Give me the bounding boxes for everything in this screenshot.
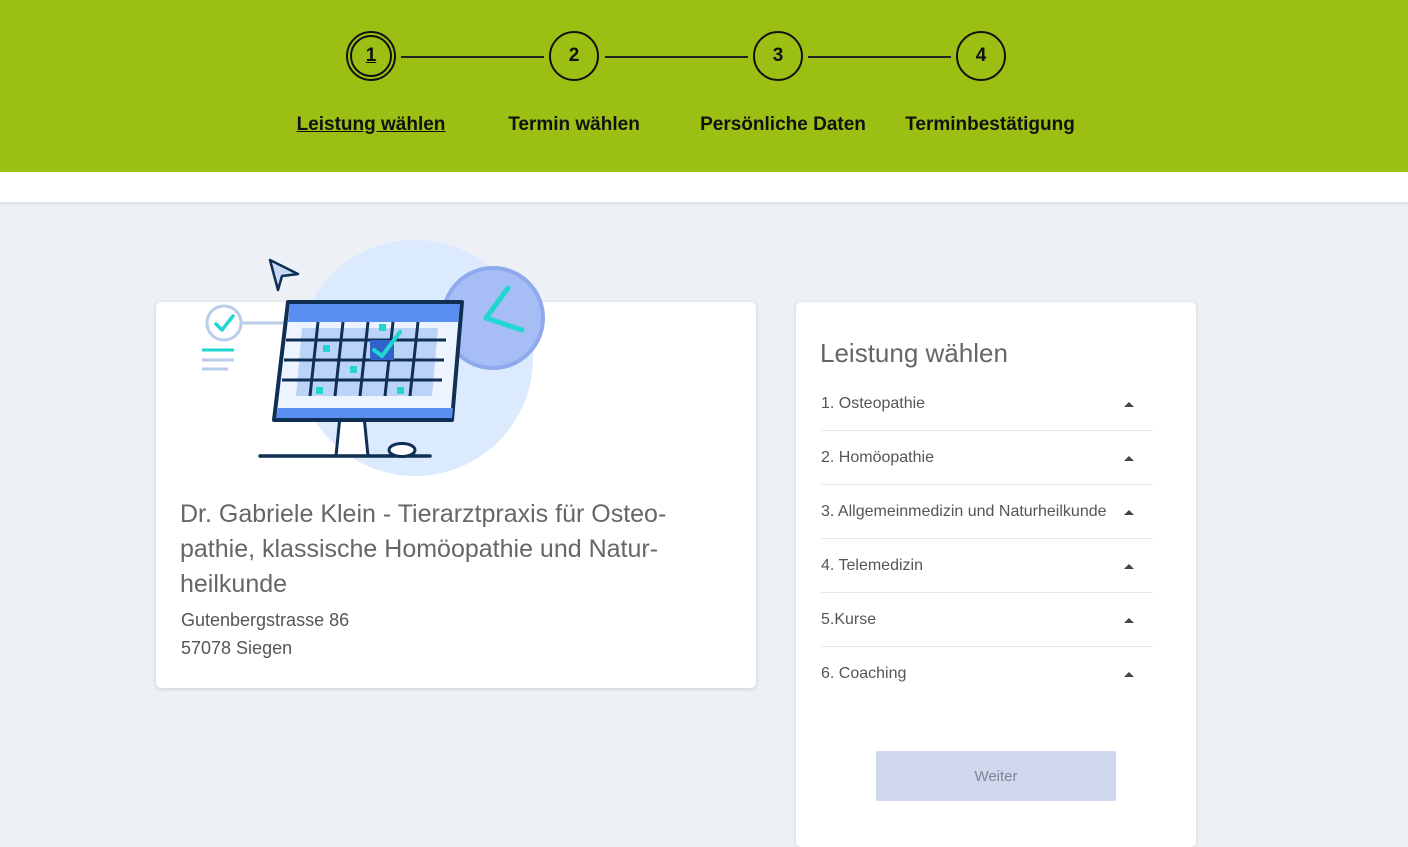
service-label: 3. Allgemeinmedizin und Naturheilkunde [821, 503, 1107, 520]
service-item-telemedizin[interactable]: 4. Telemedizin [821, 539, 1153, 593]
service-label: 4. Telemedizin [821, 557, 923, 574]
step-1-circle[interactable]: 1 [346, 31, 396, 81]
service-label: 2. Homöopathie [821, 449, 934, 466]
step-3-circle[interactable]: 3 [753, 31, 803, 81]
step-connector [401, 56, 544, 58]
service-item-coaching[interactable]: 6. Coaching [821, 647, 1153, 701]
practice-street: Gutenbergstrasse 86 [181, 610, 350, 630]
caret-up-icon [1124, 509, 1134, 515]
mouse-icon [387, 442, 417, 458]
calendar-illustration [202, 240, 545, 476]
practice-title: Dr. Gabriele Klein - Tierarztpraxis für … [180, 500, 667, 598]
step-2-label[interactable]: Termin wählen [508, 114, 640, 136]
check-circle-icon [205, 304, 243, 342]
caret-up-icon [1124, 563, 1134, 569]
service-label: 5.Kurse [821, 611, 877, 628]
service-item-homoeopathie[interactable]: 2. Homöopathie [821, 431, 1153, 485]
service-item-osteopathie[interactable]: 1. Osteopathie [821, 377, 1153, 431]
step-2-circle[interactable]: 2 [549, 31, 599, 81]
service-label: 6. Coaching [821, 665, 907, 682]
caret-up-icon [1124, 671, 1134, 677]
step-4-circle[interactable]: 4 [956, 31, 1006, 81]
sub-header-bar [0, 172, 1408, 202]
caret-up-icon [1124, 401, 1134, 407]
practice-city: 57078 Siegen [181, 638, 293, 658]
step-connector [808, 56, 951, 58]
caret-up-icon [1124, 455, 1134, 461]
service-label: 1. Osteopathie [821, 395, 926, 412]
next-button[interactable]: Weiter [876, 751, 1116, 801]
step-3-label[interactable]: Persönliche Daten [700, 114, 866, 136]
panel-title: Leistung wählen [820, 338, 1008, 368]
step-1-label[interactable]: Leistung wählen [297, 114, 446, 136]
step-connector [605, 56, 748, 58]
header-stepper-bar: 1 2 3 4 Leistung wählen Termin wählen Pe… [0, 0, 1408, 172]
caret-up-icon [1124, 617, 1134, 623]
service-item-allgemeinmedizin[interactable]: 3. Allgemeinmedizin und Naturheilkunde [821, 485, 1153, 539]
service-item-kurse[interactable]: 5.Kurse [821, 593, 1153, 647]
step-4-label[interactable]: Terminbestätigung [905, 114, 1075, 136]
